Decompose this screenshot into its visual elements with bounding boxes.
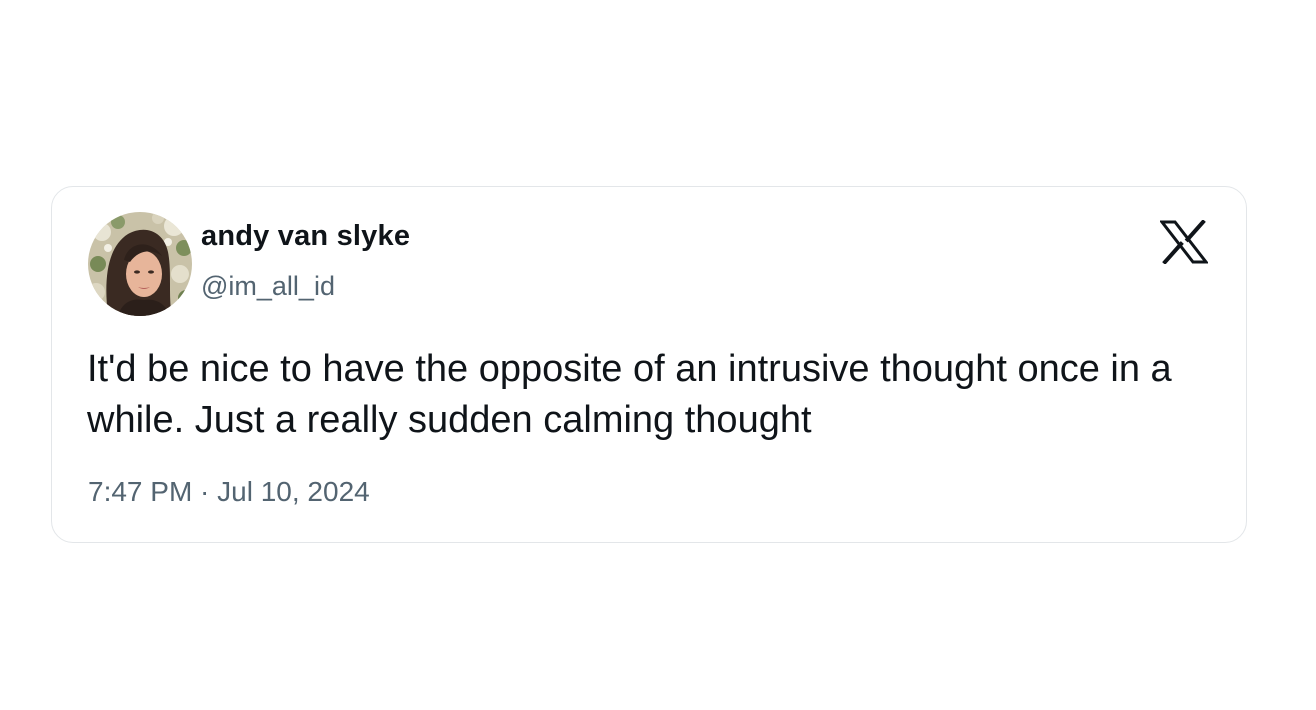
- x-logo-icon[interactable]: [1160, 220, 1208, 264]
- user-handle[interactable]: @im_all_id: [201, 271, 335, 302]
- display-name[interactable]: andy van slyke: [201, 220, 410, 253]
- profile-photo-icon: [88, 212, 192, 316]
- tweet-text: It'd be nice to have the opposite of an …: [87, 348, 1172, 441]
- tweet-timestamp[interactable]: 7:47 PM · Jul 10, 2024: [88, 476, 370, 508]
- tweet-card[interactable]: andy van slyke @im_all_id It'd be nice t…: [51, 186, 1247, 543]
- avatar[interactable]: [88, 212, 192, 316]
